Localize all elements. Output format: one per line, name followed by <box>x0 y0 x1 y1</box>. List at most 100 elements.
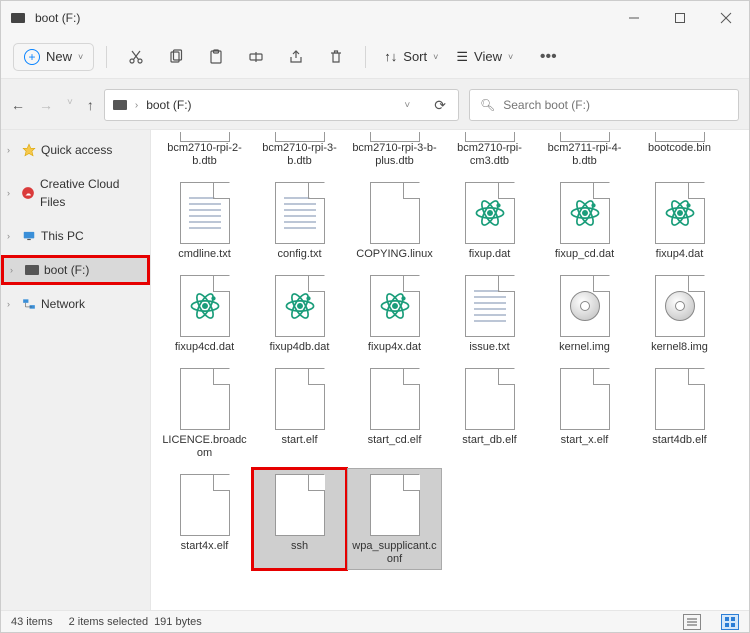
file-item[interactable]: fixup.dat <box>442 176 537 265</box>
file-item[interactable]: COPYING.linux <box>347 176 442 265</box>
delete-button[interactable] <box>319 40 353 74</box>
new-button[interactable]: + New ˅ <box>13 43 94 71</box>
more-button[interactable]: ••• <box>531 40 565 74</box>
file-name-label: fixup4x.dat <box>349 341 440 354</box>
file-item[interactable]: bcm2710-rpi-cm3.dtb <box>442 130 537 172</box>
titlebar[interactable]: boot (F:) <box>1 1 749 35</box>
rename-button[interactable] <box>239 40 273 74</box>
chevron-down-icon[interactable]: ˅ <box>404 100 410 111</box>
view-icon: ☰ <box>456 49 468 65</box>
file-item[interactable]: issue.txt <box>442 269 537 358</box>
forward-button[interactable]: → <box>39 97 53 113</box>
file-item[interactable]: kernel8.img <box>632 269 727 358</box>
recent-button[interactable]: ˅ <box>67 97 73 113</box>
sidebar-item-this-pc[interactable]: › This PC <box>1 224 150 248</box>
dat-file-icon <box>370 275 420 337</box>
sidebar-item-label: Creative Cloud Files <box>40 175 144 211</box>
address-path[interactable]: boot (F:) <box>146 98 191 112</box>
back-button[interactable]: ← <box>11 97 25 113</box>
file-item[interactable]: start_cd.elf <box>347 362 442 464</box>
file-item[interactable]: start4db.elf <box>632 362 727 464</box>
file-name-label: start.elf <box>254 434 345 447</box>
chevron-right-icon: › <box>7 141 17 159</box>
view-button[interactable]: ☰ View ˅ <box>450 49 519 65</box>
text-file-icon <box>275 182 325 244</box>
file-item[interactable]: fixup4x.dat <box>347 269 442 358</box>
file-item[interactable]: fixup4db.dat <box>252 269 347 358</box>
maximize-button[interactable] <box>657 1 703 35</box>
file-name-label: fixup.dat <box>444 248 535 261</box>
file-item[interactable]: fixup4.dat <box>632 176 727 265</box>
file-item[interactable]: bcm2710-rpi-3-b-plus.dtb <box>347 130 442 172</box>
file-item[interactable]: wpa_supplicant.conf <box>347 468 442 570</box>
file-name-label: kernel.img <box>539 341 630 354</box>
minimize-button[interactable] <box>611 1 657 35</box>
chevron-right-icon: › <box>135 100 138 111</box>
sidebar-item-label: This PC <box>41 227 84 245</box>
chevron-right-icon: › <box>7 184 17 202</box>
file-item[interactable]: start_x.elf <box>537 362 632 464</box>
star-icon <box>21 142 37 158</box>
up-button[interactable]: ↑ <box>87 97 94 113</box>
file-item[interactable]: config.txt <box>252 176 347 265</box>
file-item[interactable]: cmdline.txt <box>157 176 252 265</box>
generic-file-icon <box>655 132 705 142</box>
file-item[interactable]: LICENCE.broadcom <box>157 362 252 464</box>
file-item[interactable]: fixup4cd.dat <box>157 269 252 358</box>
file-name-label: start_db.elf <box>444 434 535 447</box>
img-file-icon <box>560 275 610 337</box>
file-name-label: fixup4db.dat <box>254 341 345 354</box>
generic-file-icon <box>180 368 230 430</box>
sidebar-item-quick-access[interactable]: ›Quick access <box>1 138 150 162</box>
details-view-button[interactable] <box>683 614 701 630</box>
file-item[interactable]: start.elf <box>252 362 347 464</box>
file-name-label: fixup4cd.dat <box>159 341 250 354</box>
refresh-button[interactable]: ⟳ <box>430 97 450 114</box>
paste-button[interactable] <box>199 40 233 74</box>
search-input[interactable] <box>503 98 728 112</box>
chevron-right-icon: › <box>7 227 17 245</box>
file-name-label: wpa_supplicant.conf <box>349 540 440 566</box>
toolbar: + New ˅ ↑↓ Sort ˅ ☰ View ˅ ••• <box>1 35 749 79</box>
file-item[interactable]: bcm2710-rpi-2-b.dtb <box>157 130 252 172</box>
address-bar[interactable]: › boot (F:) ˅ ⟳ <box>104 89 459 121</box>
file-name-label: ssh <box>254 540 345 553</box>
generic-file-icon <box>370 474 420 536</box>
file-item[interactable]: bootcode.bin <box>632 130 727 172</box>
drive-icon <box>11 13 25 23</box>
file-name-label: start_x.elf <box>539 434 630 447</box>
separator <box>106 46 107 68</box>
cut-button[interactable] <box>119 40 153 74</box>
navigation-row: ← → ˅ ↑ › boot (F:) ˅ ⟳ 🔍︎ <box>1 85 749 129</box>
file-name-label: start4x.elf <box>159 540 250 553</box>
separator <box>365 46 366 68</box>
file-item[interactable]: bcm2710-rpi-3-b.dtb <box>252 130 347 172</box>
generic-file-icon <box>180 474 230 536</box>
sidebar-item-network[interactable]: ›Network <box>1 292 150 316</box>
file-pane[interactable]: bcm2710-rpi-2-b.dtbbcm2710-rpi-3-b.dtbbc… <box>151 130 749 610</box>
file-item[interactable]: start4x.elf <box>157 468 252 570</box>
dat-file-icon <box>180 275 230 337</box>
window-title: boot (F:) <box>35 11 611 25</box>
file-item[interactable]: kernel.img <box>537 269 632 358</box>
file-item[interactable]: start_db.elf <box>442 362 537 464</box>
sidebar-item-label: Network <box>41 295 85 313</box>
close-button[interactable] <box>703 1 749 35</box>
sidebar-item-boot-f-[interactable]: ›boot (F:) <box>1 255 150 285</box>
sort-button[interactable]: ↑↓ Sort ˅ <box>378 49 444 64</box>
cc-icon: ☁ <box>21 185 36 201</box>
new-label: New <box>46 49 72 64</box>
icons-view-button[interactable] <box>721 614 739 630</box>
file-item[interactable]: bcm2711-rpi-4-b.dtb <box>537 130 632 172</box>
status-item-count: 43 items <box>11 616 53 628</box>
img-file-icon <box>655 275 705 337</box>
generic-file-icon <box>370 132 420 142</box>
file-name-label: COPYING.linux <box>349 248 440 261</box>
file-item[interactable]: ssh <box>252 468 347 570</box>
file-name-label: bcm2710-rpi-cm3.dtb <box>444 142 535 168</box>
search-box[interactable]: 🔍︎ <box>469 89 739 121</box>
copy-button[interactable] <box>159 40 193 74</box>
sidebar-item-creative-cloud-files[interactable]: ›☁Creative Cloud Files <box>1 172 150 214</box>
share-button[interactable] <box>279 40 313 74</box>
file-item[interactable]: fixup_cd.dat <box>537 176 632 265</box>
